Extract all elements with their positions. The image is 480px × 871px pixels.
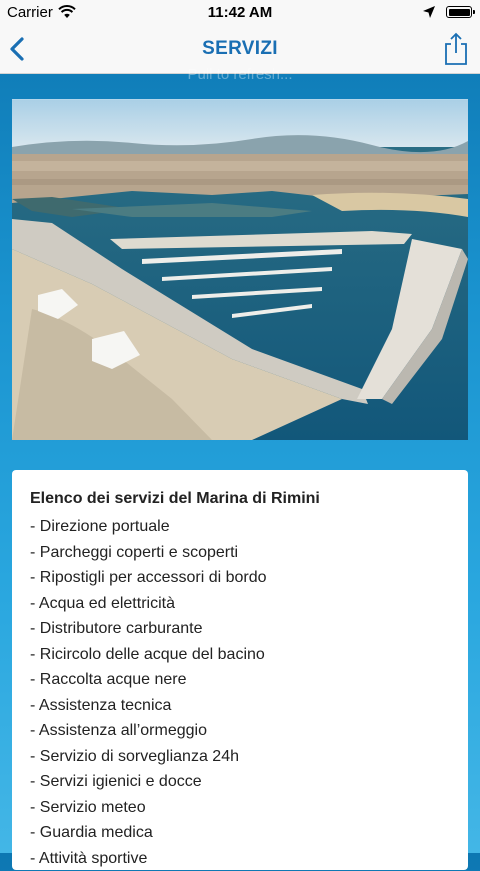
list-item: - Attività sportive	[30, 846, 468, 871]
list-item: - Assistenza tecnica	[30, 693, 468, 719]
share-icon[interactable]	[442, 32, 470, 66]
page-title: SERVIZI	[0, 38, 480, 60]
marina-aerial-photo	[12, 99, 468, 440]
services-list: - Direzione portuale - Parcheggi coperti…	[30, 514, 468, 871]
location-arrow-icon	[422, 5, 436, 19]
list-item: - Assistenza all’ormeggio	[30, 718, 468, 744]
list-item: - Servizio meteo	[30, 795, 468, 821]
list-item: - Ricircolo delle acque del bacino	[30, 642, 468, 668]
status-bar: Carrier 11:42 AM	[0, 0, 480, 24]
list-item: - Acqua ed elettricità	[30, 591, 468, 617]
list-item: - Direzione portuale	[30, 514, 468, 540]
list-item: - Servizi igienici e docce	[30, 769, 468, 795]
list-item: - Distributore carburante	[30, 616, 468, 642]
list-item: - Raccolta acque nere	[30, 667, 468, 693]
battery-icon	[446, 6, 472, 18]
services-card: Elenco dei servizi del Marina di Rimini …	[12, 470, 468, 870]
clock: 11:42 AM	[0, 4, 480, 21]
pull-to-refresh-label: Pull to refresh...	[0, 66, 480, 83]
list-item: - Servizio di sorveglianza 24h	[30, 744, 468, 770]
list-item: - Ripostigli per accessori di bordo	[30, 565, 468, 591]
list-item: - Guardia medica	[30, 820, 468, 846]
services-heading: Elenco dei servizi del Marina di Rimini	[30, 489, 468, 508]
list-item: - Parcheggi coperti e scoperti	[30, 540, 468, 566]
